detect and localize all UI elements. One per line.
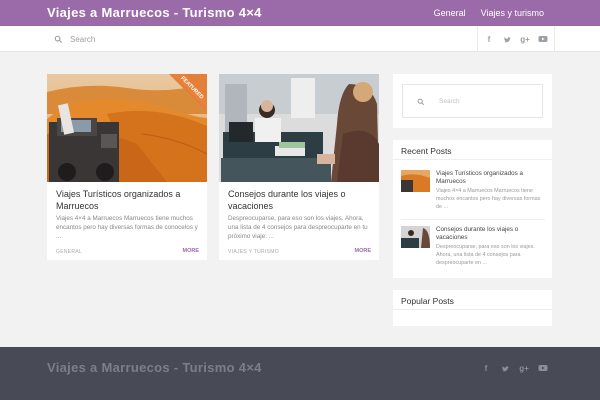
footer-site-title[interactable]: Viajes a Marruecos - Turismo 4×4 — [47, 360, 262, 375]
search-bar: f g+ — [0, 26, 600, 52]
search-icon — [54, 35, 63, 44]
widget-header: Recent Posts — [393, 140, 552, 160]
facebook-icon[interactable]: f — [481, 363, 491, 373]
footer-social-links: f g+ — [481, 363, 548, 373]
popular-posts-widget: Popular Posts — [393, 290, 552, 326]
divider — [401, 219, 545, 220]
footer: Viajes a Marruecos - Turismo 4×4 f g+ — [0, 347, 600, 400]
recent-post-excerpt: Viajes 4×4 a Marruecos Marruecos tiene m… — [436, 188, 541, 210]
main-nav: General Viajes y turismo — [434, 8, 544, 18]
widget-title: Popular Posts — [401, 296, 454, 306]
twitter-icon[interactable] — [500, 363, 510, 373]
post-thumbnail-desert[interactable]: FEATURED — [47, 74, 207, 182]
recent-post-title[interactable]: Consejos durante los viajes o vacaciones — [436, 226, 544, 242]
post-excerpt: Despreocuparse, para eso son los viajes.… — [228, 215, 368, 240]
google-plus-icon[interactable]: g+ — [520, 34, 530, 44]
nav-item-viajes-y-turismo[interactable]: Viajes y turismo — [481, 8, 544, 18]
sidebar-search-input[interactable] — [439, 94, 529, 108]
post-category[interactable]: GENERAL — [56, 249, 82, 255]
recent-post-thumbnail[interactable] — [401, 226, 430, 248]
google-plus-icon[interactable]: g+ — [519, 363, 529, 373]
youtube-icon[interactable] — [538, 363, 548, 373]
post-thumbnail-office[interactable] — [219, 74, 379, 182]
widget-header: Popular Posts — [393, 290, 552, 310]
recent-posts-widget: Recent Posts Viajes Turísticos organizad… — [393, 140, 552, 278]
sidebar-search-widget — [393, 74, 552, 128]
site-title[interactable]: Viajes a Marruecos - Turismo 4×4 — [47, 5, 262, 20]
search-icon — [417, 98, 425, 106]
twitter-icon[interactable] — [502, 34, 512, 44]
youtube-icon[interactable] — [538, 34, 548, 44]
nav-item-general[interactable]: General — [434, 8, 466, 18]
search-input[interactable] — [70, 31, 250, 47]
post-card: Consejos durante los viajes o vacaciones… — [219, 74, 379, 260]
post-title[interactable]: Viajes Turísticos organizados a Marrueco… — [56, 188, 202, 212]
more-link[interactable]: MORE — [355, 248, 372, 254]
post-title[interactable]: Consejos durante los viajes o vacaciones — [228, 188, 374, 212]
social-links: f g+ — [477, 26, 555, 52]
more-link[interactable]: MORE — [183, 248, 200, 254]
widget-title: Recent Posts — [401, 146, 452, 156]
post-category[interactable]: VIAJES Y TURISMO — [228, 249, 279, 255]
post-excerpt: Viajes 4×4 a Marruecos Marruecos tiene m… — [56, 215, 198, 240]
recent-post-excerpt: Despreocuparse, para eso son los viajes.… — [436, 244, 535, 266]
recent-post-title[interactable]: Viajes Turísticos organizados a Marrueco… — [436, 170, 544, 186]
recent-post-thumbnail[interactable] — [401, 170, 430, 192]
facebook-icon[interactable]: f — [484, 34, 494, 44]
top-bar: Viajes a Marruecos - Turismo 4×4 General… — [0, 0, 600, 26]
post-card: FEATURED Viajes Turísticos organizados a… — [47, 74, 207, 260]
